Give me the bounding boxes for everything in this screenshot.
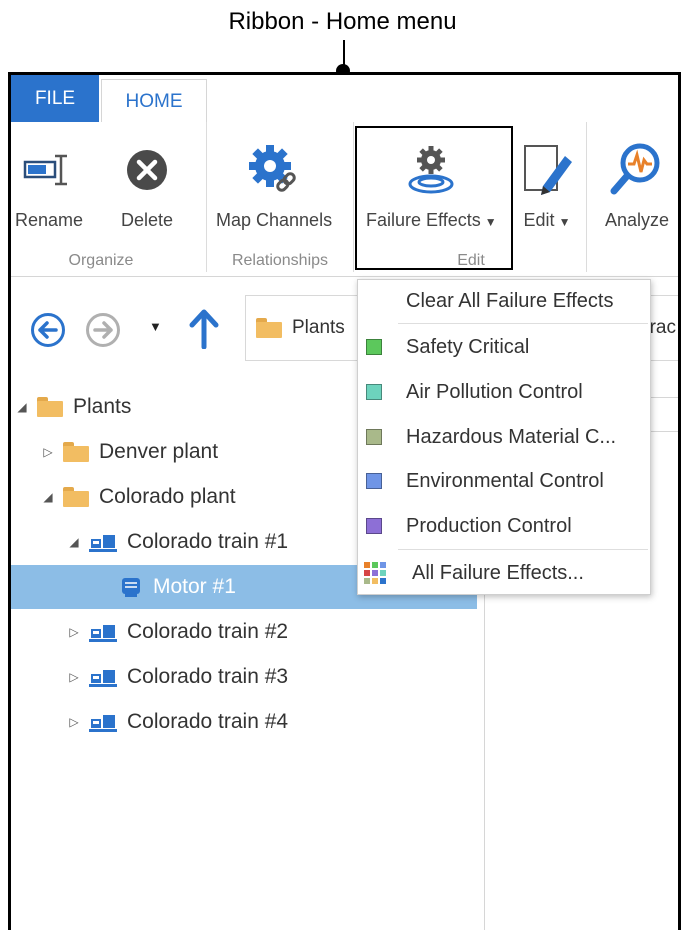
tree-node-label: Motor #1 [153,575,236,598]
gear-link-icon [246,144,302,196]
arrow-up-icon [189,309,219,350]
map-channels-label: Map Channels [216,210,333,230]
group-label-organize: Organize [68,252,134,269]
menu-item-label: Environmental Control [406,469,604,492]
expand-toggle-icon[interactable]: ▷ [67,625,81,639]
highlight-box [355,126,513,270]
delete-icon [123,144,171,196]
folder-icon [256,318,282,338]
edit-pencil-icon [519,144,575,196]
folder-icon [63,487,89,507]
tab-file[interactable]: FILE [11,75,99,122]
menu-item-label: All Failure Effects... [412,561,584,584]
failure-effects-dropdown: Clear All Failure Effects Safety Critica… [357,279,651,595]
map-channels-button[interactable]: Map Channels [216,144,332,231]
tab-bar: FILE HOME [11,75,678,123]
folder-icon [37,397,63,417]
analyze-label: Analyze [605,210,670,230]
menu-item-safety-critical[interactable]: Safety Critical [358,326,650,368]
expand-toggle-icon[interactable]: ▷ [41,445,55,459]
motor-icon [122,578,140,597]
color-grid-icon [364,562,386,584]
arrow-right-icon [93,321,113,339]
collapse-toggle-icon[interactable]: ◢ [67,535,81,549]
expand-toggle-icon[interactable]: ▷ [67,715,81,729]
folder-icon [63,442,89,462]
tree-node-label: Colorado train #3 [127,665,289,688]
menu-item-air-pollution-control[interactable]: Air Pollution Control [358,371,650,413]
tree-node-label: Denver plant [99,440,219,463]
train-icon [89,715,117,732]
train-icon [89,670,117,687]
menu-item-label: Production Control [406,514,572,537]
menu-separator [398,323,648,324]
menu-item-hazardous-material[interactable]: Hazardous Material C... [358,416,650,458]
chevron-down-icon: ▼ [558,215,571,229]
menu-item-all-failure-effects[interactable]: All Failure Effects... [358,552,650,594]
clear-all-failure-effects-item[interactable]: Clear All Failure Effects [358,280,650,322]
ribbon-home: Rename Delete Map Channels Failure Effec… [11,122,678,277]
edit-button[interactable]: Edit ▼ [519,144,575,231]
color-swatch [366,473,382,489]
color-swatch [366,339,382,355]
tree-node-colorado-train-4[interactable]: ▷ Colorado train #4 [67,700,288,744]
arrow-left-icon [38,321,58,339]
group-separator [206,122,207,272]
color-swatch [366,384,382,400]
color-swatch [366,518,382,534]
train-icon [89,625,117,642]
collapse-toggle-icon[interactable]: ◢ [41,490,55,504]
forward-button[interactable] [86,313,120,347]
tree-node-label: Colorado train #1 [127,530,289,553]
collapse-toggle-icon[interactable]: ◢ [15,400,29,414]
tree-node-plants[interactable]: ◢ Plants [15,385,131,429]
expand-toggle-icon[interactable]: ▷ [67,670,81,684]
edit-label: Edit ▼ [524,210,571,231]
color-swatch [366,429,382,445]
edit-text: Edit [523,210,555,230]
breadcrumb-item: Plants [292,317,345,338]
menu-item-environmental-control[interactable]: Environmental Control [358,460,650,502]
menu-item-label: Air Pollution Control [406,380,583,403]
group-label-relationships: Relationships [231,252,329,269]
tree-node-colorado-train-3[interactable]: ▷ Colorado train #3 [67,655,288,699]
tree-node-label: Colorado train #2 [127,620,289,643]
tree-node-label: Colorado train #4 [127,710,289,733]
up-button[interactable] [189,307,219,354]
menu-item-label: Safety Critical [406,335,530,358]
analyze-button[interactable]: Analyze [605,143,670,231]
train-icon [89,535,117,552]
menu-item-production-control[interactable]: Production Control [358,505,650,547]
rename-button[interactable]: Rename [15,144,83,231]
analyze-icon [608,143,666,196]
delete-button[interactable]: Delete [121,144,173,231]
history-dropdown-icon[interactable]: ▼ [149,319,162,334]
group-separator [586,122,587,272]
rename-icon [23,144,75,196]
tree-node-denver-plant[interactable]: ▷ Denver plant [41,430,218,474]
caption: Ribbon - Home menu [228,8,457,35]
group-separator [353,122,354,272]
tree-node-colorado-plant[interactable]: ◢ Colorado plant [41,475,236,519]
tree-node-label: Plants [73,395,132,418]
tree-node-colorado-train-1[interactable]: ◢ Colorado train #1 [67,520,288,564]
tab-home[interactable]: HOME [101,79,207,123]
tree-node-label: Colorado plant [99,485,236,508]
tree-node-colorado-train-2[interactable]: ▷ Colorado train #2 [67,610,288,654]
rename-label: Rename [15,210,84,230]
delete-label: Delete [121,210,174,230]
menu-item-label: Hazardous Material C... [406,425,617,448]
menu-separator [398,549,648,550]
back-button[interactable] [31,313,65,347]
